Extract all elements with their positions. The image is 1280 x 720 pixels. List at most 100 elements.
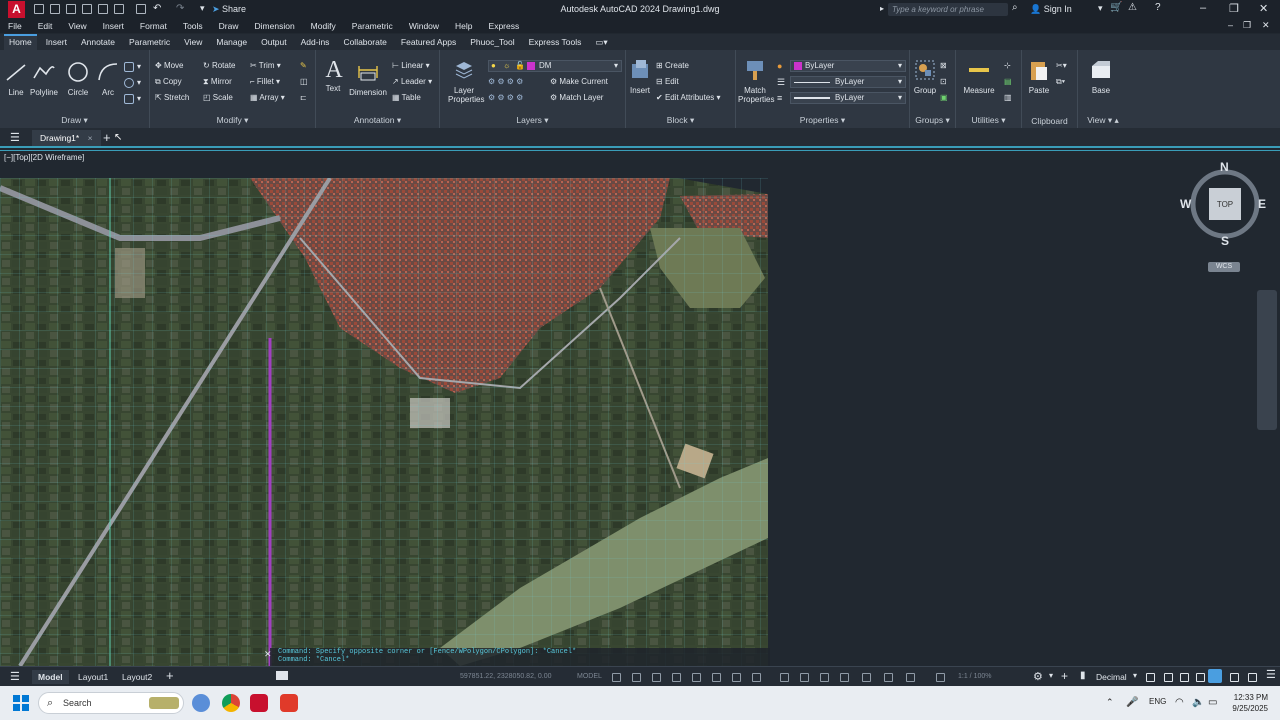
microphone-icon[interactable]: 🎤: [1126, 697, 1138, 708]
annotation-visibility-icon[interactable]: [906, 673, 915, 682]
doc-minimize-icon[interactable]: –: [1228, 20, 1233, 30]
units-icon[interactable]: ▮: [1080, 670, 1086, 681]
viewcube-top-face[interactable]: TOP: [1209, 200, 1241, 209]
3d-osnap-icon[interactable]: [820, 673, 829, 682]
linear-tool[interactable]: ⊢ Linear ▾: [392, 61, 430, 70]
windows-start-icon[interactable]: [13, 695, 29, 711]
menu-dimension[interactable]: Dimension: [255, 19, 295, 33]
move-tool[interactable]: ✥ Move: [155, 61, 184, 70]
copy-tool[interactable]: ⧉ Copy: [155, 77, 182, 87]
ungroup-icon[interactable]: ⊠: [940, 61, 947, 70]
tab-output[interactable]: Output: [256, 34, 292, 50]
menu-help[interactable]: Help: [455, 19, 472, 33]
stretch-tool[interactable]: ⇱ Stretch: [155, 93, 189, 102]
lock-ui-icon[interactable]: [1164, 673, 1173, 682]
object-track-icon[interactable]: [712, 673, 721, 682]
menu-insert[interactable]: Insert: [103, 19, 124, 33]
menu-edit[interactable]: Edit: [38, 19, 53, 33]
tab-layout2[interactable]: Layout2: [116, 670, 158, 684]
table-tool[interactable]: ▦ Table: [392, 93, 421, 102]
tray-chevron-icon[interactable]: ⌃: [1106, 697, 1114, 708]
snap-icon[interactable]: [632, 673, 641, 682]
tab-manage[interactable]: Manage: [211, 34, 252, 50]
create-block-button[interactable]: ⊞ Create: [656, 61, 689, 70]
match-properties-tool[interactable]: Match Properties: [738, 58, 774, 104]
menu-tools[interactable]: Tools: [183, 19, 203, 33]
offset-icon[interactable]: ⊏: [300, 93, 307, 102]
base-view-tool[interactable]: Base: [1088, 58, 1114, 95]
properties-panel-title[interactable]: Properties ▾: [736, 115, 909, 126]
add-layout-icon[interactable]: +: [166, 668, 174, 683]
minimize-icon[interactable]: –: [1200, 2, 1206, 14]
modify-panel-title[interactable]: Modify ▾: [150, 115, 315, 126]
compass-south[interactable]: S: [1221, 234, 1229, 248]
tab-parametric[interactable]: Parametric: [124, 34, 175, 50]
help-search-input[interactable]: Type a keyword or phrase: [888, 3, 1008, 16]
groups-panel-title[interactable]: Groups ▾: [910, 115, 955, 126]
dimension-tool[interactable]: Dimension: [348, 60, 388, 97]
annotation-monitor-icon[interactable]: +: [1061, 669, 1068, 683]
layout-menu-icon[interactable]: ☰: [10, 670, 20, 683]
clock-date[interactable]: 9/25/2025: [1228, 704, 1268, 713]
match-layer-button[interactable]: ⚙ Match Layer: [550, 93, 603, 102]
close-icon[interactable]: ✕: [1259, 2, 1268, 15]
restore-icon[interactable]: ❐: [1229, 2, 1239, 15]
linetype-dropdown[interactable]: ByLayer ▾: [790, 76, 906, 88]
selection-cycling-icon[interactable]: [800, 673, 809, 682]
autocad-taskbar-icon[interactable]: [250, 694, 268, 712]
graphics-performance-icon[interactable]: [1230, 673, 1239, 682]
array-tool[interactable]: ▦ Array ▾: [250, 93, 285, 102]
tab-insert[interactable]: Insert: [41, 34, 72, 50]
group-select-icon[interactable]: ▣: [940, 93, 948, 102]
copy-clip-icon[interactable]: ⧉▾: [1056, 77, 1065, 87]
lineweight-toggle-icon[interactable]: [752, 673, 761, 682]
group-tool[interactable]: Group: [912, 58, 938, 95]
ribbon-options-icon[interactable]: ▭▾: [590, 34, 612, 50]
leader-tool[interactable]: ↗ Leader ▾: [392, 77, 432, 86]
view-panel-title[interactable]: View ▾ ▴: [1078, 115, 1128, 126]
region-icon[interactable]: ▾: [124, 94, 141, 104]
taskbar-search-input[interactable]: ⌕ Search: [38, 692, 184, 714]
clipboard-panel-title[interactable]: Clipboard: [1022, 116, 1077, 126]
tab-annotate[interactable]: Annotate: [76, 34, 120, 50]
rectangle-icon[interactable]: ▾: [124, 62, 141, 72]
menu-draw[interactable]: Draw: [219, 19, 239, 33]
layer-properties-tool[interactable]: Layer Properties: [448, 58, 484, 104]
isodraft-icon[interactable]: [692, 673, 701, 682]
chrome-icon[interactable]: [222, 694, 240, 712]
help-icon[interactable]: ?: [1155, 2, 1161, 13]
drawing-canvas[interactable]: [−][Top][2D Wireframe] N S E W TOP WCS: [0, 150, 1280, 666]
compass-west[interactable]: W: [1180, 197, 1191, 211]
doc-restore-icon[interactable]: ❐: [1243, 20, 1251, 31]
units-value[interactable]: Decimal: [1096, 672, 1127, 682]
id-point-icon[interactable]: ▥: [1004, 93, 1012, 102]
layers-panel-title[interactable]: Layers ▾: [440, 115, 625, 126]
tab-express-tools[interactable]: Express Tools: [524, 34, 587, 50]
layer-tools-icons-row2[interactable]: ⚙ ⚙ ⚙ ⚙: [488, 93, 523, 102]
menu-express[interactable]: Express: [489, 19, 520, 33]
satellite-image-xref[interactable]: [0, 178, 768, 666]
measure-tool[interactable]: Measure: [960, 58, 998, 95]
tab-model[interactable]: Model: [32, 670, 69, 684]
insert-tool[interactable]: Insert: [628, 58, 652, 95]
search-icon[interactable]: ⌕: [1012, 2, 1018, 13]
hatch-icon[interactable]: ▾: [124, 78, 141, 88]
circle-tool[interactable]: Circle: [64, 60, 92, 97]
cart-icon[interactable]: 🛒: [1110, 2, 1122, 13]
menu-window[interactable]: Window: [409, 19, 439, 33]
coordinates-readout[interactable]: 597851.22, 2328050.82, 0.00: [460, 673, 551, 680]
tab-layout1[interactable]: Layout1: [72, 670, 114, 684]
new-tab-icon[interactable]: +: [103, 130, 111, 145]
language-indicator[interactable]: ENG: [1149, 697, 1166, 706]
workspace-gear-icon[interactable]: ⚙: [1033, 670, 1043, 683]
mirror-tool[interactable]: ⧗ Mirror: [203, 77, 232, 87]
doc-tab-drawing1[interactable]: Drawing1* ×: [32, 130, 101, 146]
polyline-tool[interactable]: Polyline: [28, 60, 60, 97]
customization-icon[interactable]: ☰: [1266, 668, 1276, 681]
explode-icon[interactable]: ◫: [300, 77, 308, 86]
tab-view[interactable]: View: [179, 34, 207, 50]
fillet-tool[interactable]: ⌐ Fillet ▾: [250, 77, 280, 86]
tab-home[interactable]: Home: [4, 34, 37, 50]
edit-block-button[interactable]: ⊟ Edit: [656, 77, 679, 86]
lineweight-dropdown[interactable]: ByLayer ▾: [790, 92, 906, 104]
